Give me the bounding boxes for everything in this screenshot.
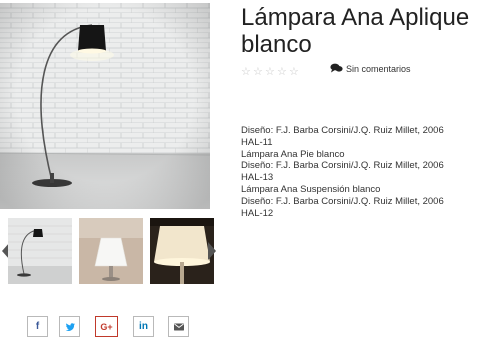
next-arrow-icon[interactable] [208,242,216,260]
share-facebook-button[interactable]: f [27,316,48,337]
description-line: Lámpara Ana Pie blanco [241,148,345,160]
description-line: Diseño: F.J. Barba Corsini/J.Q. Ruiz Mil… [241,125,444,136]
share-email-button[interactable] [168,316,189,337]
product-main-image[interactable] [0,3,210,209]
star-rating[interactable]: ☆ ☆ ☆ ☆ ☆ [241,62,301,77]
description-line: HAL-12 [241,207,274,219]
facebook-icon: f [35,321,40,332]
description-line: HAL-13 [241,172,274,184]
star-icon[interactable]: ☆ [277,66,288,77]
comments-link[interactable]: Sin comentarios [330,62,411,76]
product-title-line2: blanco [241,31,312,58]
thumbnail-gallery [0,218,218,286]
description-line: Diseño: F.J. Barba Corsini/J.Q. Ruiz Mil… [241,160,444,172]
description-line: HAL-11 [241,136,273,148]
product-title-line1: Lámpara Ana Aplique [241,4,470,31]
share-googleplus-button[interactable]: G+ [95,316,118,337]
product-title: Lámpara Ana Aplique blanco [241,4,481,58]
star-icon[interactable]: ☆ [253,66,264,77]
googleplus-icon: G+ [100,321,113,332]
linkedin-icon: in [139,321,148,332]
product-description: Diseño: F.J. Barba Corsini/J.Q. Ruiz Mil… [241,125,481,219]
share-linkedin-button[interactable]: in [133,316,154,337]
thumbnail-arc-lamp[interactable] [8,218,72,284]
thumbnail-floor-lamp[interactable] [150,218,214,284]
twitter-icon [65,322,75,331]
description-line: Diseño: F.J. Barba Corsini/J.Q. Ruiz Mil… [241,195,444,207]
thumbnail-table-lamp[interactable] [79,218,143,284]
email-icon [173,323,184,330]
comments-label: Sin comentarios [346,64,411,74]
comments-icon [330,63,343,73]
star-icon[interactable]: ☆ [265,66,276,77]
star-icon[interactable]: ☆ [289,66,300,77]
share-twitter-button[interactable] [59,316,80,337]
description-line: Lámpara Ana Suspensión blanco [241,183,381,195]
star-icon[interactable]: ☆ [241,66,252,77]
